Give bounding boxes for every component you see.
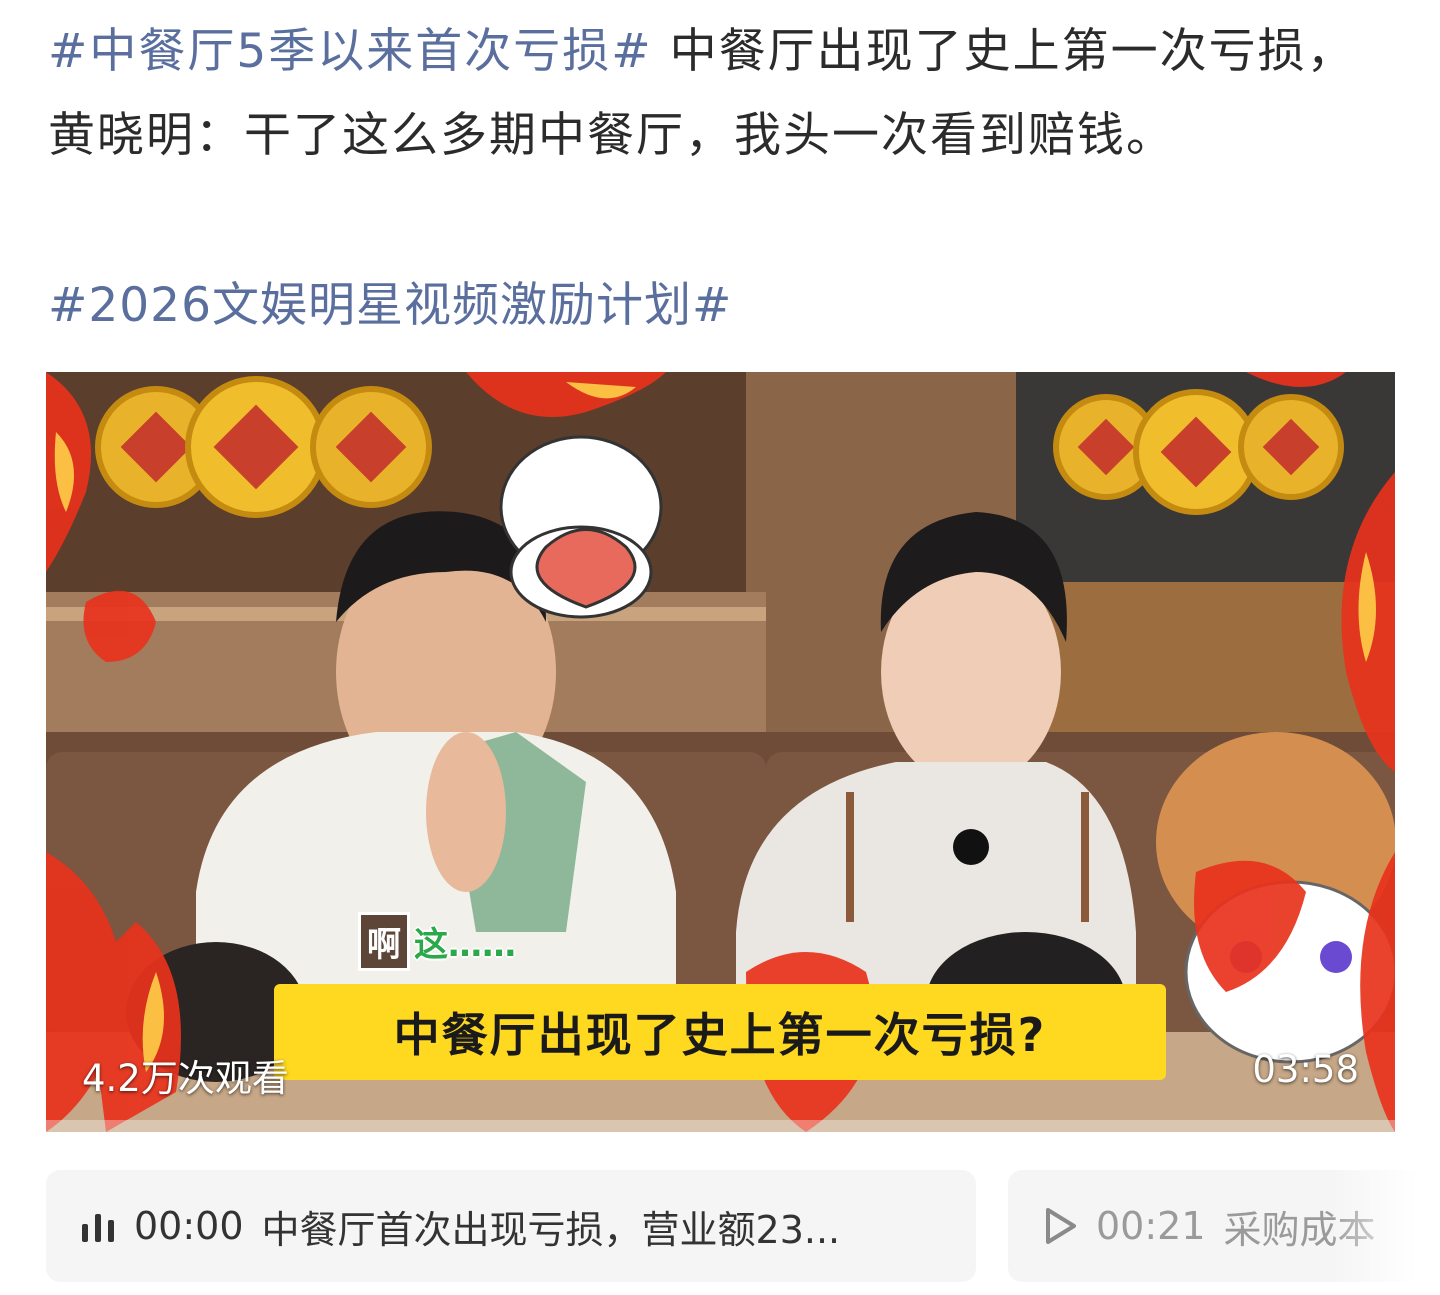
chapter-time: 00:00 xyxy=(134,1204,244,1248)
audio-bars-icon xyxy=(82,1214,114,1242)
reaction-sticker: 啊 这…… xyxy=(358,912,516,971)
hashtag-link-main[interactable]: #中餐厅5季以来首次亏损# xyxy=(48,24,653,79)
post-text: #中餐厅5季以来首次亏损# 中餐厅出现了史上第一次亏损，黄晓明：干了这么多期中餐… xyxy=(48,10,1398,178)
video-duration: 03:58 xyxy=(1252,1048,1359,1091)
hashtag-link-second[interactable]: #2026文娱明星视频激励计划# xyxy=(48,264,732,348)
view-count: 4.2万次观看 xyxy=(82,1057,289,1100)
play-icon xyxy=(1046,1208,1076,1244)
chapter-item-1[interactable]: 00:00 中餐厅首次出现亏损，营业额23... xyxy=(46,1170,976,1282)
chapter-fade xyxy=(1330,1170,1440,1282)
reaction-text-2: 这…… xyxy=(414,925,516,965)
video-subtitle: 中餐厅出现了史上第一次亏损? xyxy=(274,984,1166,1080)
chapter-list: 00:00 中餐厅首次出现亏损，营业额23... 00:21 采购成本 xyxy=(46,1170,1440,1282)
chapter-time: 00:21 xyxy=(1096,1204,1206,1248)
video-player[interactable]: 啊 这…… 中餐厅出现了史上第一次亏损? 4.2万次观看 03:58 xyxy=(46,372,1395,1132)
chapter-title: 中餐厅首次出现亏损，营业额23... xyxy=(261,1207,841,1252)
reaction-text-1: 啊 xyxy=(358,912,410,971)
